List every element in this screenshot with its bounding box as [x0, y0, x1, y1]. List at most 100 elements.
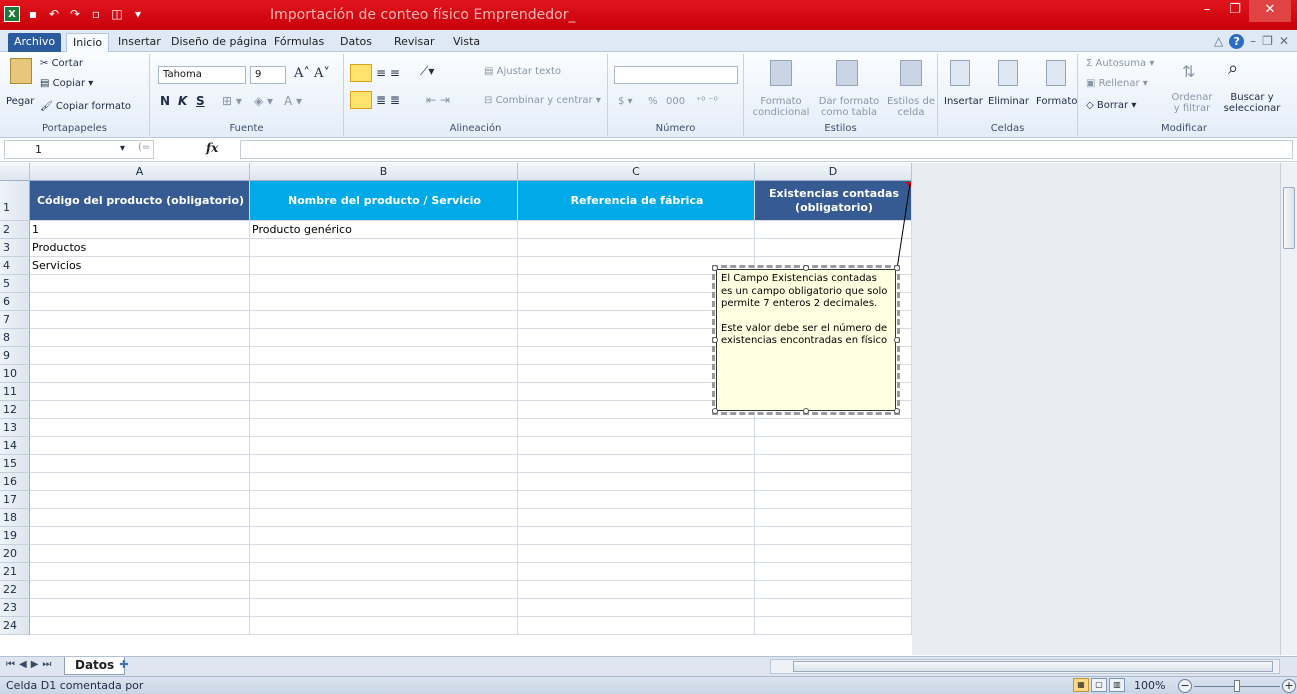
delete-cells-icon[interactable]: [998, 60, 1018, 86]
find-select-icon[interactable]: ⌕: [1228, 58, 1238, 79]
tab-diseno-pagina[interactable]: Diseño de página: [165, 33, 273, 52]
resize-handle[interactable]: [712, 408, 718, 414]
cell-styles-button[interactable]: Estilos de celda: [886, 96, 936, 118]
align-top-icon[interactable]: [350, 64, 372, 82]
save-icon[interactable]: ▪: [25, 6, 41, 22]
tab-datos[interactable]: Datos: [334, 33, 378, 52]
conditional-format-button[interactable]: Formato condicional: [752, 96, 810, 118]
print-preview-icon[interactable]: ◫: [109, 6, 125, 22]
group-label-number: Número: [655, 123, 696, 134]
percent-button[interactable]: %: [648, 96, 658, 107]
align-left-icon[interactable]: [350, 91, 372, 109]
sort-filter-button[interactable]: Ordenar y filtrar: [1168, 92, 1216, 114]
tab-revisar[interactable]: Revisar: [388, 33, 440, 52]
underline-button[interactable]: S: [196, 94, 205, 108]
tab-formulas[interactable]: Fórmulas: [268, 33, 330, 52]
new-document-icon[interactable]: ▫: [88, 6, 104, 22]
fill-button[interactable]: ▣ Rellenar ▾: [1086, 78, 1148, 89]
horizontal-scroll-thumb[interactable]: [793, 661, 1273, 672]
page-layout-view-icon[interactable]: ▢: [1091, 678, 1107, 692]
group-modificar: Σ Autosuma ▾ ▣ Rellenar ▾ ◇ Borrar ▾ ⇅ ⌕…: [1078, 54, 1290, 136]
group-celdas: Insertar Eliminar Formato Celdas: [938, 54, 1078, 136]
quick-access-toolbar: X ▪ ↶ ↷ ▫ ◫ ▾: [4, 6, 146, 22]
paste-icon[interactable]: [10, 58, 32, 84]
font-color-icon[interactable]: A ▾: [284, 94, 302, 108]
resize-handle[interactable]: [803, 265, 809, 271]
autosum-button[interactable]: Σ Autosuma ▾: [1086, 58, 1154, 69]
horizontal-scrollbar[interactable]: [770, 659, 1280, 674]
italic-button[interactable]: K: [178, 94, 187, 108]
indent-icon[interactable]: ⇤ ⇥: [426, 93, 450, 107]
page-break-view-icon[interactable]: ▥: [1109, 678, 1125, 692]
cell-styles-icon[interactable]: [900, 60, 922, 86]
align-center-icon[interactable]: ≣ ≣: [376, 93, 400, 107]
insert-cells-icon[interactable]: [950, 60, 970, 86]
tab-archivo[interactable]: Archivo: [8, 33, 62, 52]
format-button[interactable]: Formato: [1036, 96, 1077, 107]
format-as-table-icon[interactable]: [836, 60, 858, 86]
tab-insertar[interactable]: Insertar: [112, 33, 167, 52]
zoom-slider[interactable]: − +: [1178, 679, 1296, 693]
cell-comment[interactable]: El Campo Existencias contadas es un camp…: [712, 265, 900, 415]
zoom-in-icon[interactable]: +: [1282, 679, 1296, 693]
workbook-close-icon[interactable]: ✕: [1279, 34, 1289, 49]
border-icon[interactable]: ⊞ ▾: [222, 94, 242, 108]
insert-button[interactable]: Insertar: [944, 96, 983, 107]
vertical-scroll-thumb[interactable]: [1283, 187, 1295, 249]
normal-view-icon[interactable]: ▦: [1073, 678, 1089, 692]
merge-center-button[interactable]: ⊟ Combinar y centrar ▾: [484, 95, 601, 106]
resize-handle[interactable]: [712, 337, 718, 343]
resize-handle[interactable]: [894, 265, 900, 271]
resize-handle[interactable]: [803, 408, 809, 414]
resize-handle[interactable]: [894, 408, 900, 414]
vertical-scrollbar[interactable]: [1280, 163, 1297, 655]
tab-inicio[interactable]: Inicio: [66, 33, 110, 52]
undo-icon[interactable]: ↶: [46, 6, 62, 22]
resize-handle[interactable]: [894, 337, 900, 343]
copy-button[interactable]: ▤ Copiar ▾: [40, 78, 93, 89]
font-name-select[interactable]: Tahoma: [158, 66, 246, 84]
currency-button[interactable]: $ ▾: [618, 96, 633, 107]
zoom-level[interactable]: 100%: [1134, 679, 1165, 692]
insert-function-button[interactable]: fx: [206, 141, 218, 155]
sort-filter-icon[interactable]: ⇅: [1182, 62, 1195, 81]
grow-font-icon[interactable]: A˄ A˅: [294, 66, 330, 81]
resize-handle[interactable]: [712, 265, 718, 271]
name-box[interactable]: 1: [4, 140, 154, 159]
restore-button[interactable]: ❐: [1221, 0, 1249, 22]
minimize-ribbon-icon[interactable]: △: [1214, 34, 1223, 49]
workbook-restore-icon[interactable]: ❐: [1262, 34, 1273, 49]
tab-vista[interactable]: Vista: [447, 33, 486, 52]
orientation-icon[interactable]: ⟋▾: [420, 64, 434, 79]
format-painter-button[interactable]: 🖌 Copiar formato: [40, 101, 131, 112]
decimal-icon[interactable]: ⁺⁰ ⁻⁰: [696, 96, 718, 107]
name-box-dropdown-icon[interactable]: ▾: [120, 143, 125, 154]
formula-input[interactable]: [240, 140, 1293, 159]
close-button[interactable]: ✕: [1249, 0, 1291, 22]
workbook-minimize-icon[interactable]: –: [1250, 34, 1256, 49]
minimize-button[interactable]: –: [1193, 0, 1221, 22]
thousands-button[interactable]: 000: [666, 96, 685, 107]
wrap-text-button[interactable]: ▤ Ajustar texto: [484, 66, 561, 77]
help-icon[interactable]: ?: [1229, 34, 1245, 49]
clear-button[interactable]: ◇ Borrar ▾: [1086, 100, 1136, 111]
zoom-out-icon[interactable]: −: [1178, 679, 1192, 693]
font-size-select[interactable]: 9: [250, 66, 286, 84]
align-middle-icon[interactable]: ≡ ≡: [376, 66, 400, 80]
number-format-select[interactable]: [614, 66, 738, 84]
paste-button[interactable]: Pegar: [6, 96, 34, 107]
delete-button[interactable]: Eliminar: [988, 96, 1029, 107]
sheet-nav-icon[interactable]: ⏮◀▶⏭: [6, 659, 55, 670]
zoom-knob[interactable]: [1234, 680, 1240, 692]
insert-sheet-icon[interactable]: ✚: [112, 658, 136, 674]
redo-icon[interactable]: ↷: [67, 6, 83, 22]
cut-button[interactable]: ✂ Cortar: [40, 58, 83, 69]
conditional-format-icon[interactable]: [770, 60, 792, 86]
fill-color-icon[interactable]: ◈ ▾: [254, 94, 273, 108]
find-select-button[interactable]: Buscar y seleccionar: [1218, 92, 1286, 114]
customize-toolbar-icon[interactable]: ▾: [130, 6, 146, 22]
format-as-table-button[interactable]: Dar formato como tabla: [814, 96, 884, 118]
comment-arrow-line: [896, 183, 911, 270]
format-cells-icon[interactable]: [1046, 60, 1066, 86]
bold-button[interactable]: N: [160, 94, 170, 108]
